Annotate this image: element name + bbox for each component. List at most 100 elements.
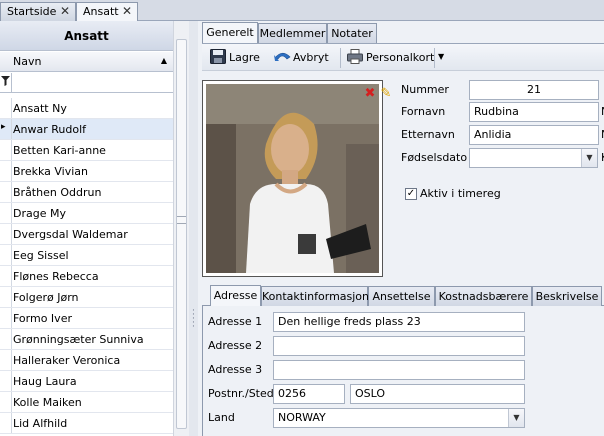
employee-name: Formo Iver	[13, 312, 72, 325]
row-indicator[interactable]	[0, 98, 12, 118]
address-tab-content: Adresse 1 Den hellige freds plass 23 Adr…	[202, 306, 604, 436]
list-item[interactable]: Kolle Maiken	[0, 392, 173, 413]
land-select[interactable]: NORWAY ▼	[273, 408, 525, 428]
aktiv-label: Aktiv i timereg	[420, 187, 501, 200]
vertical-scrollbar[interactable]	[173, 21, 189, 436]
document-tab-bar: Startside ✕ Ansatt ✕	[0, 0, 604, 22]
row-indicator[interactable]	[0, 182, 12, 202]
save-button[interactable]: Lagre	[210, 49, 260, 67]
adresse3-field[interactable]	[273, 360, 525, 380]
list-item[interactable]: Dvergsdal Waldemar	[0, 224, 173, 245]
adresse3-label: Adresse 3	[208, 363, 263, 376]
column-header-navn[interactable]: Navn ▲	[0, 52, 173, 72]
close-icon[interactable]: ✕	[60, 4, 70, 18]
nummer-field[interactable]: 21	[469, 80, 599, 100]
employee-list-panel: Ansatt Navn ▲ Ansatt Ny Anwar Rudolf Bette…	[0, 21, 189, 436]
scrollbar-thumb[interactable]	[176, 39, 187, 429]
splitter[interactable]: · · · · ·	[189, 21, 198, 436]
employee-photo: ✖ ✎	[202, 80, 391, 277]
personalkort-button[interactable]: Personalkort	[347, 49, 434, 67]
tab-ansatt[interactable]: Ansatt ✕	[76, 2, 138, 22]
tab-beskrivelse[interactable]: Beskrivelse	[532, 286, 602, 306]
current-row-indicator-icon[interactable]	[0, 119, 12, 139]
row-indicator[interactable]	[0, 371, 12, 391]
row-indicator[interactable]	[0, 329, 12, 349]
adresse1-field[interactable]: Den hellige freds plass 23	[273, 312, 525, 332]
address-tab-bar: Adresse Kontaktinformasjon Ansettelse Ko…	[202, 284, 604, 306]
employee-detail-panel: Generelt Medlemmer Notater Lagre Avbryt …	[198, 21, 604, 436]
tab-generelt[interactable]: Generelt	[202, 22, 258, 43]
employee-name: Ansatt Ny	[13, 102, 67, 115]
list-item[interactable]: Halleraker Veronica	[0, 350, 173, 371]
list-item[interactable]: Folgerø Jørn	[0, 287, 173, 308]
fodselsdato-field[interactable]: ▼	[469, 148, 598, 168]
tab-adresse[interactable]: Adresse	[210, 285, 261, 306]
portrait-image	[206, 84, 379, 273]
row-indicator[interactable]	[0, 245, 12, 265]
row-indicator[interactable]	[0, 203, 12, 223]
row-indicator[interactable]	[0, 287, 12, 307]
row-indicator[interactable]	[0, 161, 12, 181]
aktiv-checkbox[interactable]: ✓	[405, 188, 417, 200]
list-item[interactable]: Drage My	[0, 203, 173, 224]
tab-notater[interactable]: Notater	[327, 23, 377, 43]
postnr-label: Postnr./Sted	[208, 387, 274, 400]
tab-startside[interactable]: Startside ✕	[0, 2, 76, 21]
toolbar: Lagre Avbryt Personalkort ▼	[202, 43, 604, 71]
chevron-down-icon[interactable]: ▼	[508, 409, 524, 427]
edit-photo-icon[interactable]: ✎	[379, 87, 393, 101]
employee-name: Anwar Rudolf	[13, 123, 87, 136]
employee-name: Halleraker Veronica	[13, 354, 121, 367]
adresse2-field[interactable]	[273, 336, 525, 356]
land-value: NORWAY	[278, 411, 326, 424]
filter-icon	[1, 76, 10, 89]
fornavn-label: Fornavn	[401, 105, 446, 118]
row-indicator[interactable]	[0, 224, 12, 244]
list-item[interactable]: Ansatt Ny	[0, 98, 173, 119]
tab-ansettelse[interactable]: Ansettelse	[368, 286, 435, 306]
tab-kontaktinformasjon[interactable]: Kontaktinformasjon	[261, 286, 369, 306]
list-item[interactable]: Grønningsæter Sunniva	[0, 329, 173, 350]
sted-field[interactable]: OSLO	[350, 384, 525, 404]
fornavn-field[interactable]: Rudbina	[469, 102, 599, 122]
row-indicator[interactable]	[0, 392, 12, 412]
filter-row[interactable]	[0, 73, 173, 93]
save-icon	[210, 49, 226, 64]
personalkort-label: Personalkort	[366, 51, 435, 64]
personalkort-dropdown-icon[interactable]: ▼	[438, 52, 444, 70]
row-indicator[interactable]	[0, 308, 12, 328]
employee-name: Grønningsæter Sunniva	[13, 333, 144, 346]
employee-name: Dvergsdal Waldemar	[13, 228, 128, 241]
list-item[interactable]: Brekka Vivian	[0, 161, 173, 182]
list-item[interactable]: Flønes Rebecca	[0, 266, 173, 287]
employee-name: Drage My	[13, 207, 66, 220]
employee-name: Brekka Vivian	[13, 165, 88, 178]
row-indicator[interactable]	[0, 413, 12, 433]
list-item[interactable]: Haug Laura	[0, 371, 173, 392]
splitter-grip-icon: · · · · ·	[192, 306, 195, 332]
list-item[interactable]: Eeg Sissel	[0, 245, 173, 266]
row-indicator[interactable]	[0, 140, 12, 160]
save-label: Lagre	[229, 51, 260, 64]
chevron-down-icon[interactable]: ▼	[581, 149, 597, 167]
row-indicator[interactable]	[0, 266, 12, 286]
employee-name: Eeg Sissel	[13, 249, 69, 262]
tab-label: Startside	[7, 5, 57, 18]
employee-name: Folgerø Jørn	[13, 291, 79, 304]
postnr-field[interactable]: 0256	[273, 384, 345, 404]
list-item[interactable]: Formo Iver	[0, 308, 173, 329]
delete-photo-icon[interactable]: ✖	[363, 87, 377, 101]
sort-ascending-icon: ▲	[160, 56, 167, 65]
list-item[interactable]: Anwar Rudolf	[0, 119, 173, 140]
employee-name: Betten Kari-anne	[13, 144, 106, 157]
cancel-button[interactable]: Avbryt	[274, 49, 329, 67]
tab-kostnadsbaerere[interactable]: Kostnadsbærere	[435, 286, 532, 306]
list-item[interactable]: Betten Kari-anne	[0, 140, 173, 161]
list-item[interactable]: Bråthen Oddrun	[0, 182, 173, 203]
row-indicator[interactable]	[0, 350, 12, 370]
fodselsdato-label: Fødselsdato	[401, 151, 468, 164]
close-icon[interactable]: ✕	[122, 4, 132, 18]
list-item[interactable]: Lid Alfhild	[0, 413, 173, 434]
tab-medlemmer[interactable]: Medlemmer	[258, 23, 327, 43]
etternavn-field[interactable]: Anlidia	[469, 125, 599, 145]
